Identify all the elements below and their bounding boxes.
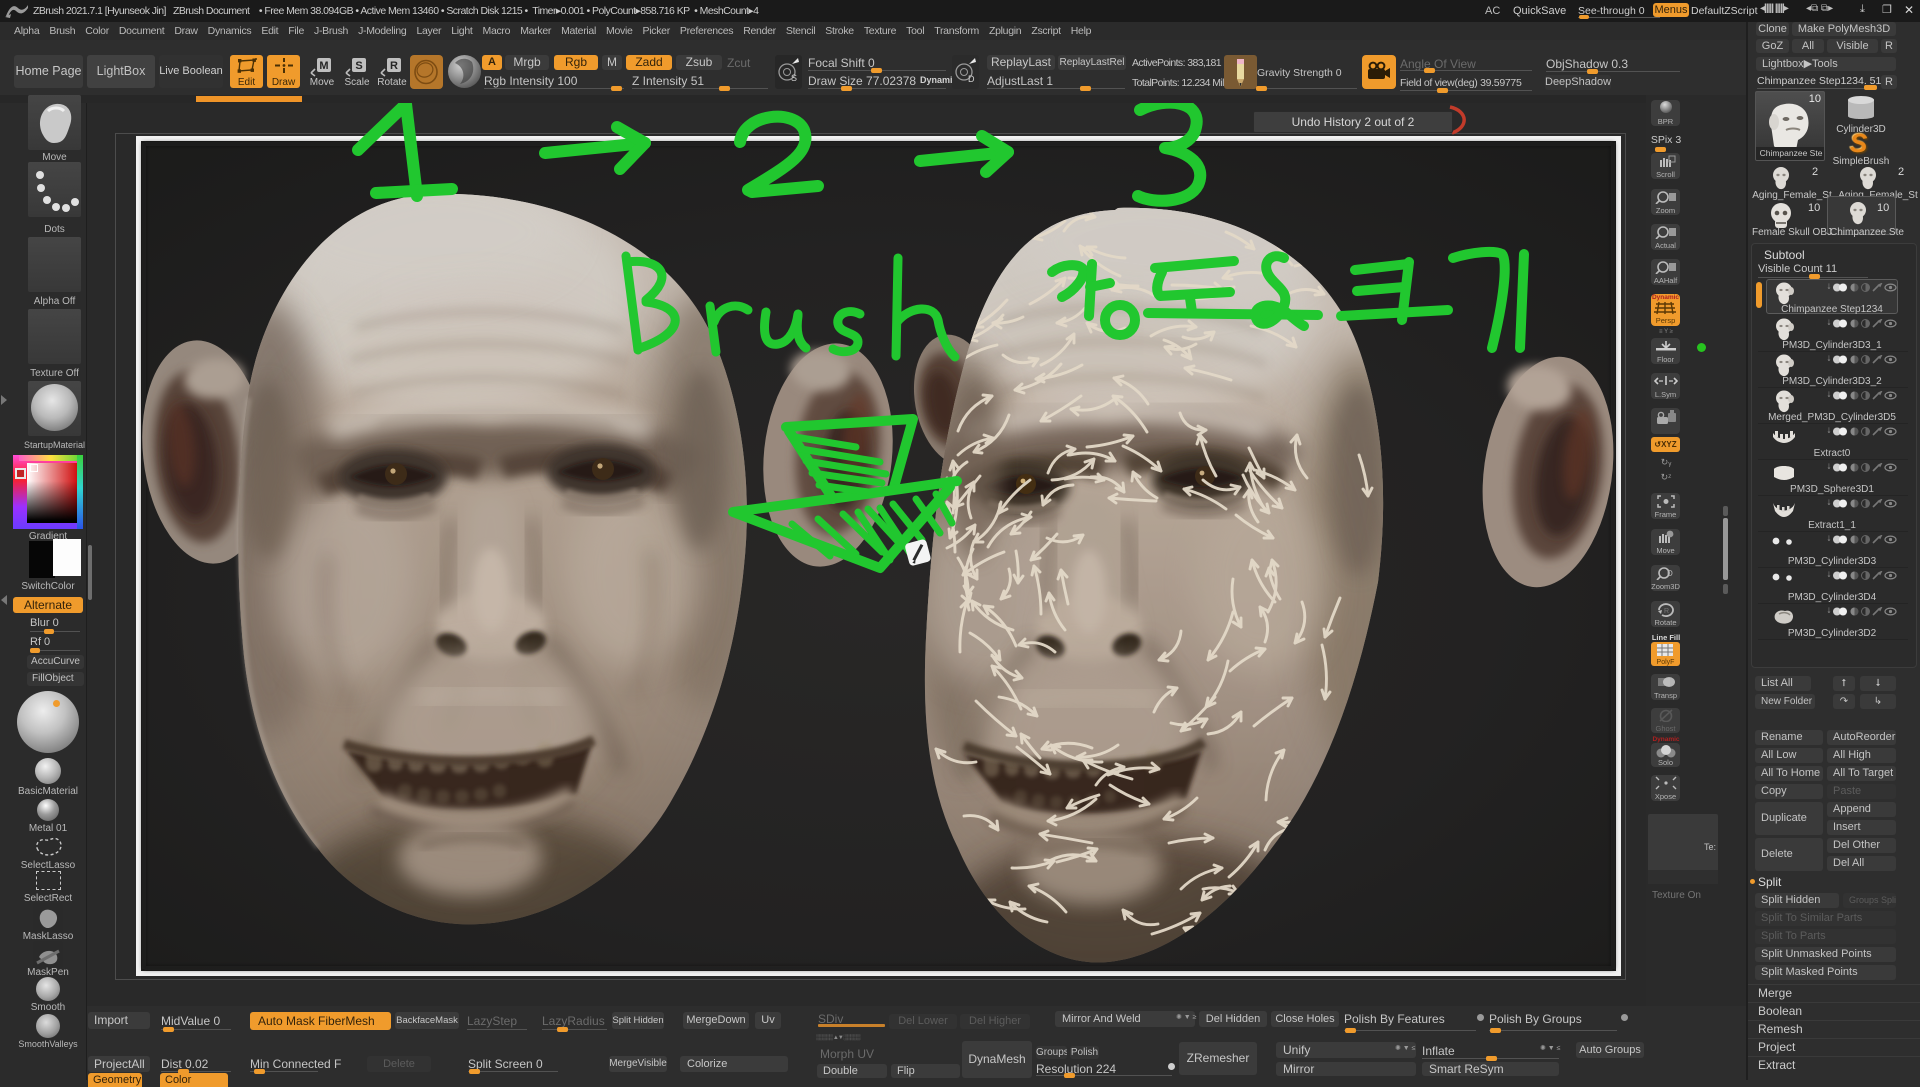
svg-text:M: M: [319, 60, 328, 72]
svg-text:S: S: [791, 73, 797, 83]
svg-text:D: D: [968, 74, 975, 84]
svg-text:D: D: [1667, 569, 1673, 578]
svg-text:R: R: [390, 60, 398, 72]
svg-text:R: R: [1664, 608, 1669, 615]
svg-text:S: S: [355, 60, 362, 72]
